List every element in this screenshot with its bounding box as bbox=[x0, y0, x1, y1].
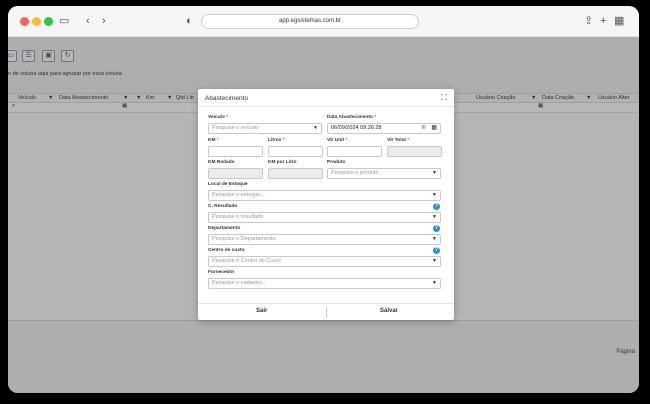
centro-custo-label: Centro de custo bbox=[208, 248, 245, 253]
veiculo-select[interactable]: Pesquise o veículo ▼ bbox=[208, 123, 322, 134]
exit-button[interactable]: Sair bbox=[256, 308, 267, 314]
chevron-down-icon: ▼ bbox=[432, 280, 437, 286]
km-label: KM * bbox=[208, 138, 219, 143]
browser-window: ▭ ‹ › ◐ app.egsistemas.com.br ⇪ + ▦ ▭ ☰ … bbox=[8, 6, 639, 393]
veiculo-label: Veículo * bbox=[208, 115, 229, 120]
minimize-window-button[interactable] bbox=[32, 17, 41, 26]
chevron-down-icon: ▼ bbox=[313, 125, 318, 131]
fornecedor-label: Fornecedor bbox=[208, 270, 235, 275]
litros-label: Litros * bbox=[268, 138, 285, 143]
km-por-litro-input bbox=[268, 168, 323, 179]
dialog-title: Abastecimento bbox=[205, 95, 248, 102]
km-input[interactable] bbox=[208, 146, 263, 157]
zoom-window-button[interactable] bbox=[44, 17, 53, 26]
data-abastecimento-input[interactable]: 06/09/2024 09:26:28 ⊗ ▦ bbox=[327, 123, 441, 134]
chevron-down-icon: ▼ bbox=[432, 236, 437, 242]
forward-icon[interactable]: › bbox=[102, 15, 106, 27]
tab-overview-icon[interactable]: ▦ bbox=[614, 15, 624, 27]
back-icon[interactable]: ‹ bbox=[86, 15, 90, 27]
clear-icon[interactable]: ⊗ bbox=[421, 124, 426, 133]
close-window-button[interactable] bbox=[20, 17, 29, 26]
local-estoque-label: Local de Estoque bbox=[208, 182, 248, 187]
help-icon[interactable]: ? bbox=[433, 203, 440, 210]
share-icon[interactable]: ⇪ bbox=[584, 15, 593, 27]
produto-label: Produto bbox=[327, 160, 346, 165]
vlr-unit-input[interactable] bbox=[327, 146, 382, 157]
help-icon[interactable]: ? bbox=[433, 247, 440, 254]
c-resultado-label: C. Resultado bbox=[208, 204, 238, 209]
centro-custo-select[interactable]: Pesquise o Centro de Custo ▼ bbox=[208, 256, 441, 267]
sidebar-toggle-icon[interactable]: ▭ bbox=[59, 15, 69, 27]
chevron-down-icon: ▼ bbox=[432, 214, 437, 220]
km-por-litro-label: KM por Litro bbox=[268, 160, 297, 165]
expand-icon[interactable]: ⛶ bbox=[441, 93, 447, 103]
data-abastecimento-label: Data Abastecimento * bbox=[327, 115, 377, 120]
abastecimento-dialog: Abastecimento ⛶ Veículo * Pesquise o veí… bbox=[198, 89, 454, 320]
chevron-down-icon: ▼ bbox=[432, 258, 437, 264]
fornecedor-select[interactable]: Pesquise o cadastro... ▼ bbox=[208, 278, 441, 289]
new-tab-icon[interactable]: + bbox=[600, 15, 606, 27]
address-bar[interactable]: app.egsistemas.com.br bbox=[201, 14, 419, 29]
divider bbox=[326, 307, 327, 318]
browser-titlebar: ▭ ‹ › ◐ app.egsistemas.com.br ⇪ + ▦ bbox=[8, 6, 639, 37]
help-icon[interactable]: ? bbox=[433, 225, 440, 232]
local-estoque-select[interactable]: Pesquise o estoque... ▼ bbox=[208, 190, 441, 201]
departamento-label: Departamento bbox=[208, 226, 241, 231]
litros-input[interactable] bbox=[268, 146, 323, 157]
km-rodado-input bbox=[208, 168, 263, 179]
c-resultado-select[interactable]: Pesquise o resultado ▼ bbox=[208, 212, 441, 223]
shield-icon[interactable]: ◐ bbox=[186, 15, 193, 27]
chevron-down-icon: ▼ bbox=[432, 170, 437, 176]
vlr-unit-label: Vlr Unit * bbox=[327, 138, 348, 143]
dialog-footer: Sair Salvar bbox=[198, 303, 454, 320]
vlr-total-label: Vlr Total * bbox=[387, 138, 410, 143]
dialog-header: Abastecimento ⛶ bbox=[198, 89, 454, 107]
km-rodado-label: KM Rodado bbox=[208, 160, 235, 165]
calendar-icon[interactable]: ▦ bbox=[431, 124, 437, 133]
departamento-select[interactable]: Pesquise o Departamento ▼ bbox=[208, 234, 441, 245]
produto-select[interactable]: Pesquise o produto ▼ bbox=[327, 168, 441, 179]
chevron-down-icon: ▼ bbox=[432, 192, 437, 198]
vlr-total-input bbox=[387, 146, 442, 157]
save-button[interactable]: Salvar bbox=[380, 308, 398, 314]
